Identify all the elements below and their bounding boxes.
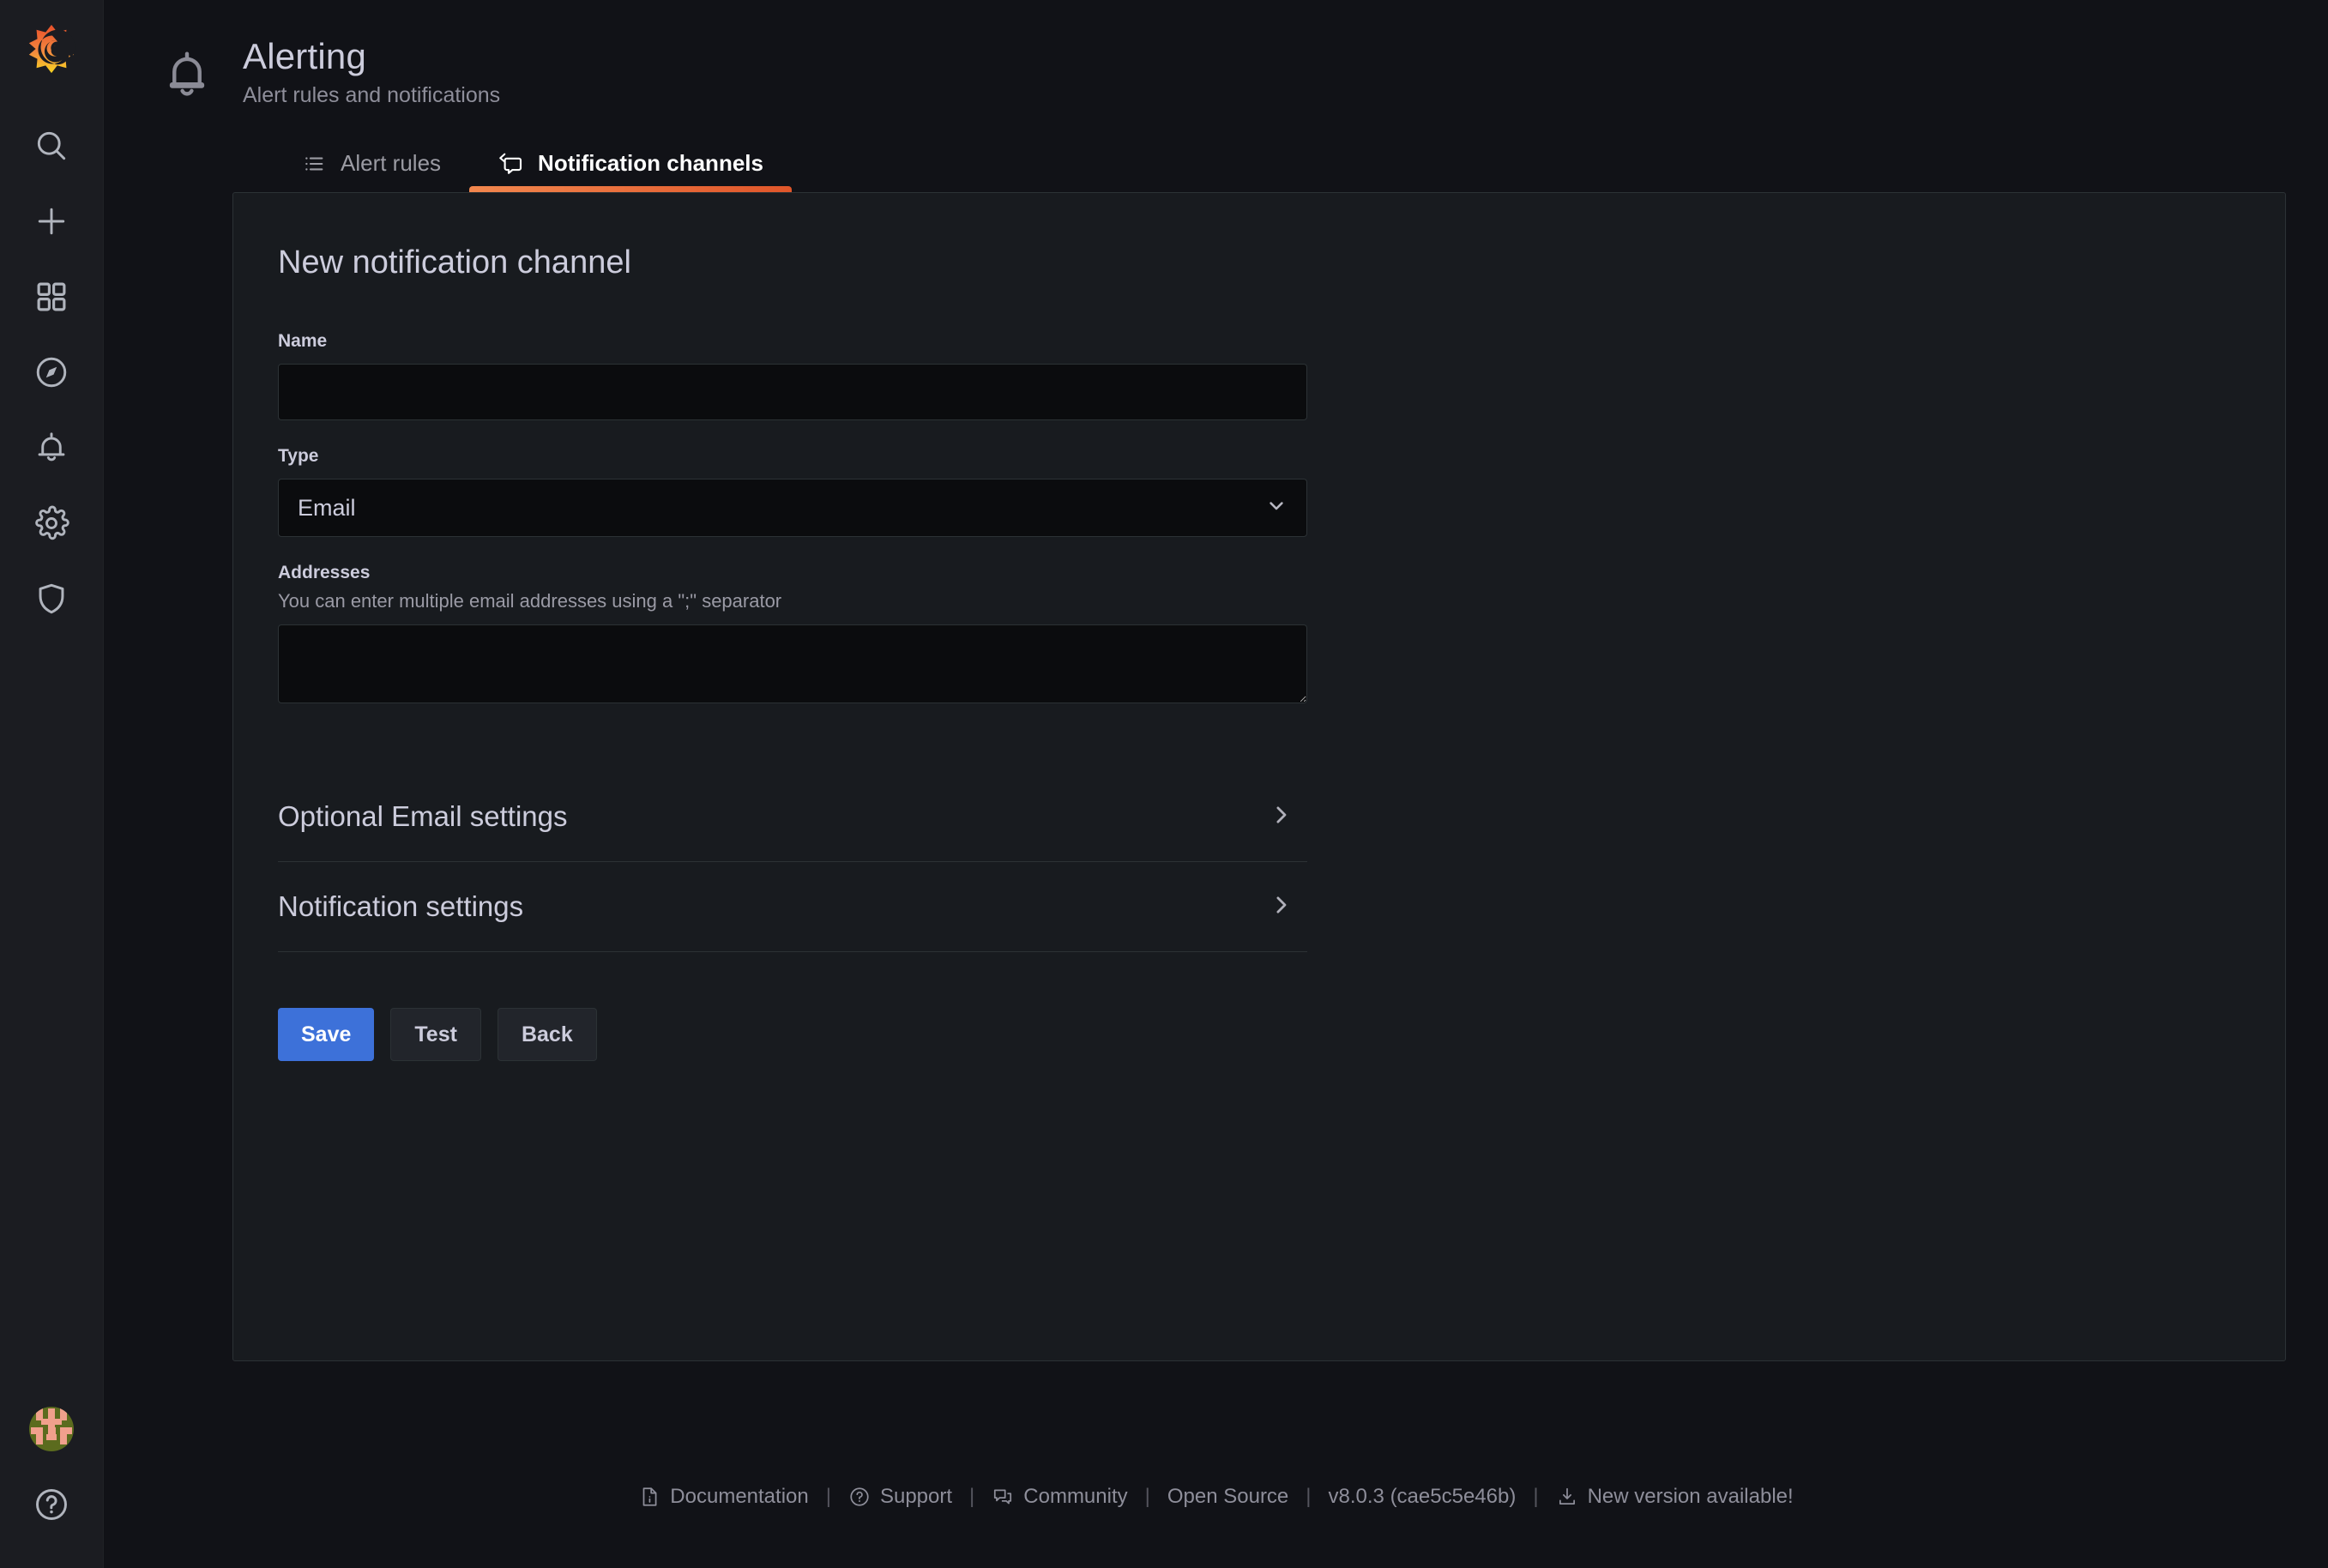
main-sidebar xyxy=(0,0,104,1568)
comment-share-icon xyxy=(498,151,523,177)
tab-label: Notification channels xyxy=(538,150,763,177)
page-header-text: Alerting Alert rules and notifications xyxy=(243,36,500,108)
sidebar-item-profile[interactable] xyxy=(29,1391,74,1467)
footer-link-label: Documentation xyxy=(670,1485,808,1509)
page-header-icon xyxy=(155,43,219,106)
dashboards-icon xyxy=(33,279,69,315)
sidebar-item-configuration[interactable] xyxy=(0,485,103,561)
avatar xyxy=(29,1407,74,1451)
addresses-textarea[interactable] xyxy=(278,624,1307,703)
sidebar-item-server-admin[interactable] xyxy=(0,561,103,636)
page-title: Alerting xyxy=(243,36,500,76)
question-circle-icon xyxy=(848,1486,871,1508)
gear-icon xyxy=(33,504,70,542)
sidebar-item-help[interactable] xyxy=(29,1467,74,1542)
sidebar-item-search[interactable] xyxy=(0,108,103,184)
section-optional-email-settings[interactable]: Optional Email settings xyxy=(278,772,1307,862)
chevron-right-icon xyxy=(1268,802,1294,832)
sidebar-nav-list xyxy=(0,108,103,636)
tab-label: Alert rules xyxy=(341,150,441,177)
footer-separator: | xyxy=(809,1485,848,1509)
footer-documentation-link[interactable]: Documentation xyxy=(638,1485,808,1509)
footer-community-link[interactable]: Community xyxy=(992,1485,1127,1509)
compass-icon xyxy=(33,353,70,391)
footer-new-version-link[interactable]: New version available! xyxy=(1556,1485,1794,1509)
list-icon xyxy=(302,152,326,176)
name-input[interactable] xyxy=(278,364,1307,420)
footer-link-label: Open Source xyxy=(1167,1485,1288,1509)
sidebar-bottom xyxy=(29,1391,74,1568)
footer-version: v8.0.3 (cae5c5e46b) xyxy=(1329,1485,1517,1509)
name-label: Name xyxy=(278,331,1307,352)
bell-icon xyxy=(160,48,214,101)
tab-bar: Alert rules Notification channels xyxy=(104,132,2328,192)
notification-channel-form: Name Type Email xyxy=(278,331,1307,1061)
help-icon xyxy=(33,1486,70,1523)
tab-alert-rules[interactable]: Alert rules xyxy=(274,150,469,192)
section-title: Notification settings xyxy=(278,890,523,923)
footer-link-label: New version available! xyxy=(1588,1485,1794,1509)
sidebar-item-dashboards[interactable] xyxy=(0,259,103,335)
footer-support-link[interactable]: Support xyxy=(848,1485,952,1509)
type-select-value: Email xyxy=(298,495,356,522)
type-label: Type xyxy=(278,446,1307,467)
test-button[interactable]: Test xyxy=(390,1008,481,1061)
search-icon xyxy=(33,127,70,165)
sidebar-item-explore[interactable] xyxy=(0,335,103,410)
page-footer: Documentation | Support | Community | xyxy=(104,1426,2328,1568)
grafana-logo-icon xyxy=(25,22,78,75)
plus-icon xyxy=(33,202,70,240)
section-notification-settings[interactable]: Notification settings xyxy=(278,862,1307,952)
tab-notification-channels[interactable]: Notification channels xyxy=(469,150,792,192)
shield-icon xyxy=(33,581,69,617)
footer-separator: | xyxy=(1516,1485,1555,1509)
footer-separator: | xyxy=(952,1485,992,1509)
field-type: Type Email xyxy=(278,446,1307,537)
page-header: Alerting Alert rules and notifications xyxy=(104,0,2328,108)
comments-icon xyxy=(992,1486,1014,1508)
type-select[interactable]: Email xyxy=(278,479,1307,537)
grafana-app: Alerting Alert rules and notifications A… xyxy=(0,0,2328,1568)
document-icon xyxy=(638,1486,660,1508)
footer-link-label: Community xyxy=(1023,1485,1127,1509)
section-title: Optional Email settings xyxy=(278,800,568,833)
sidebar-item-alerting[interactable] xyxy=(0,410,103,485)
footer-separator: | xyxy=(1128,1485,1167,1509)
type-select-wrapper: Email xyxy=(278,479,1307,537)
addresses-description: You can enter multiple email addresses u… xyxy=(278,590,1307,612)
page-subtitle: Alert rules and notifications xyxy=(243,83,500,108)
form-spacer xyxy=(278,729,1307,772)
field-addresses: Addresses You can enter multiple email a… xyxy=(278,563,1307,703)
chevron-right-icon xyxy=(1268,892,1294,922)
footer-link-label: Support xyxy=(880,1485,952,1509)
addresses-label: Addresses xyxy=(278,563,1307,583)
download-icon xyxy=(1556,1486,1578,1508)
field-name: Name xyxy=(278,331,1307,420)
form-actions: Save Test Back xyxy=(278,1008,1307,1061)
content-panel: New notification channel Name Type Email xyxy=(232,192,2286,1361)
footer-separator: | xyxy=(1288,1485,1328,1509)
footer-open-source-link[interactable]: Open Source xyxy=(1167,1485,1288,1509)
save-button[interactable]: Save xyxy=(278,1008,374,1061)
bell-icon xyxy=(33,429,70,467)
back-button[interactable]: Back xyxy=(498,1008,597,1061)
sidebar-item-create[interactable] xyxy=(0,184,103,259)
main-content: Alerting Alert rules and notifications A… xyxy=(104,0,2328,1568)
panel-title: New notification channel xyxy=(278,244,2285,281)
grafana-logo[interactable] xyxy=(21,19,81,79)
